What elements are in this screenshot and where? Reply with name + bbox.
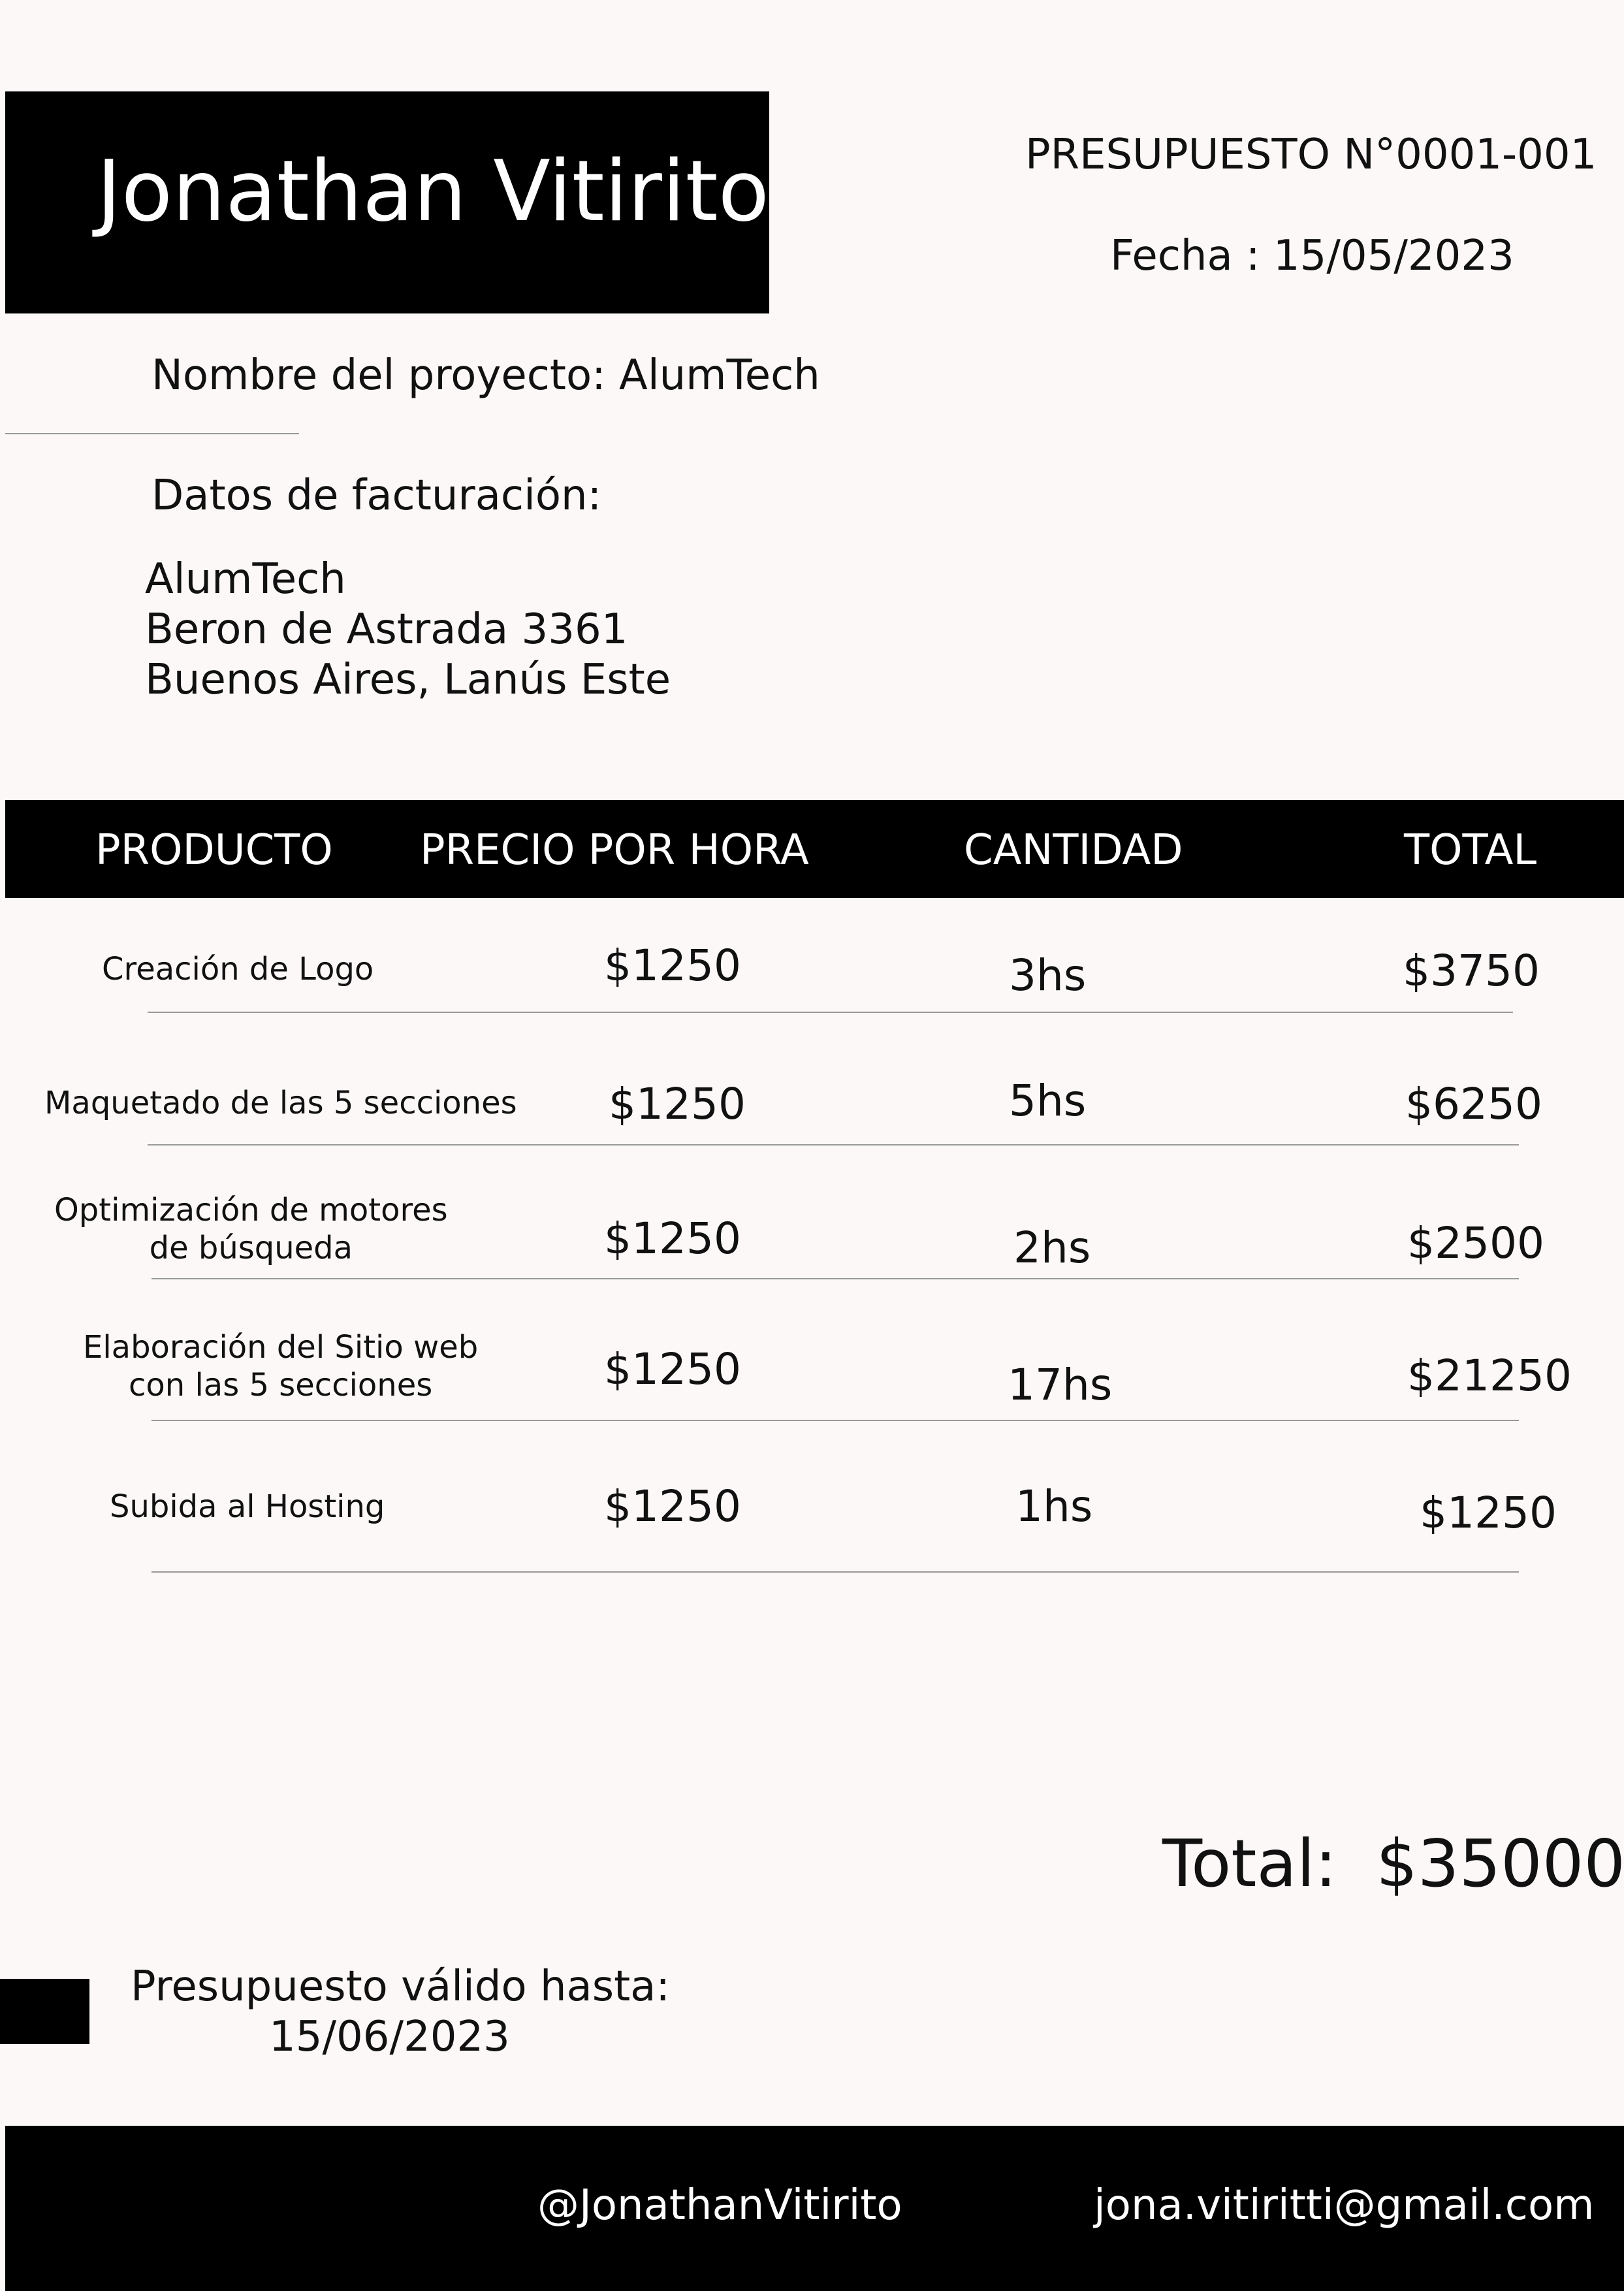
row-quantity: 1hs <box>1015 1481 1093 1531</box>
project-name: Nombre del proyecto: AlumTech <box>151 351 820 400</box>
row-price: $1250 <box>609 1079 746 1129</box>
validity-date: 15/06/2023 <box>269 2013 510 2061</box>
billing-company: AlumTech <box>145 555 346 603</box>
row-total: $2500 <box>1407 1218 1544 1268</box>
header-product: PRODUCTO <box>95 826 333 874</box>
quote-date: Fecha : 15/05/2023 <box>1110 232 1514 280</box>
header-total: TOTAL <box>1404 826 1537 874</box>
row-product: Elaboración del Sitio web con las 5 secc… <box>83 1329 479 1403</box>
row-quantity: 5hs <box>1009 1076 1087 1126</box>
row-product: Creación de Logo <box>102 951 374 987</box>
footer-email[interactable]: jona.vitiritti@gmail.com <box>1094 2181 1594 2230</box>
row-divider <box>151 1420 1519 1421</box>
row-total: $6250 <box>1405 1079 1542 1129</box>
grand-total-value: $35000 <box>1376 1825 1624 1902</box>
footer: @JonathanVitirito jona.vitiritti@gmail.c… <box>5 2126 1624 2291</box>
author-name: Jonathan Vitirito <box>97 143 769 240</box>
row-divider <box>148 1012 1513 1013</box>
validity-marker <box>0 1979 89 2044</box>
quote-number: PRESUPUESTO N°0001-001 <box>1025 131 1597 179</box>
row-divider <box>151 1278 1519 1279</box>
row-product: Optimización de motores de búsqueda <box>54 1192 448 1266</box>
row-total: $21250 <box>1407 1351 1572 1401</box>
row-quantity: 2hs <box>1013 1223 1091 1273</box>
section-divider <box>5 433 299 434</box>
row-product: Maquetado de las 5 secciones <box>44 1085 517 1121</box>
row-divider <box>151 1571 1519 1573</box>
row-divider <box>148 1144 1519 1146</box>
table-header: PRODUCTO PRECIO POR HORA CANTIDAD TOTAL <box>5 800 1624 898</box>
row-price: $1250 <box>604 1344 741 1394</box>
row-product: Subida al Hosting <box>110 1488 385 1525</box>
name-banner: Jonathan Vitirito <box>5 91 769 313</box>
billing-title: Datos de facturación: <box>151 472 602 520</box>
grand-total: Total: $35000 <box>1162 1825 1624 1902</box>
row-total: $3750 <box>1403 946 1540 996</box>
quote-page: Jonathan Vitirito PRESUPUESTO N°0001-001… <box>0 0 1624 2291</box>
row-quantity: 17hs <box>1008 1360 1113 1410</box>
header-quantity: CANTIDAD <box>964 826 1183 874</box>
billing-city: Buenos Aires, Lanús Este <box>145 656 671 704</box>
row-price: $1250 <box>604 1213 741 1264</box>
row-total: $1250 <box>1420 1488 1557 1538</box>
footer-social-handle[interactable]: @JonathanVitirito <box>537 2181 902 2230</box>
row-quantity: 3hs <box>1009 950 1087 1001</box>
billing-address: Beron de Astrada 3361 <box>145 605 628 654</box>
row-price: $1250 <box>604 1481 741 1531</box>
header-price: PRECIO POR HORA <box>420 826 809 874</box>
row-price: $1250 <box>604 940 741 991</box>
grand-total-label: Total: <box>1162 1825 1337 1902</box>
validity-label: Presupuesto válido hasta: <box>131 1963 670 2011</box>
